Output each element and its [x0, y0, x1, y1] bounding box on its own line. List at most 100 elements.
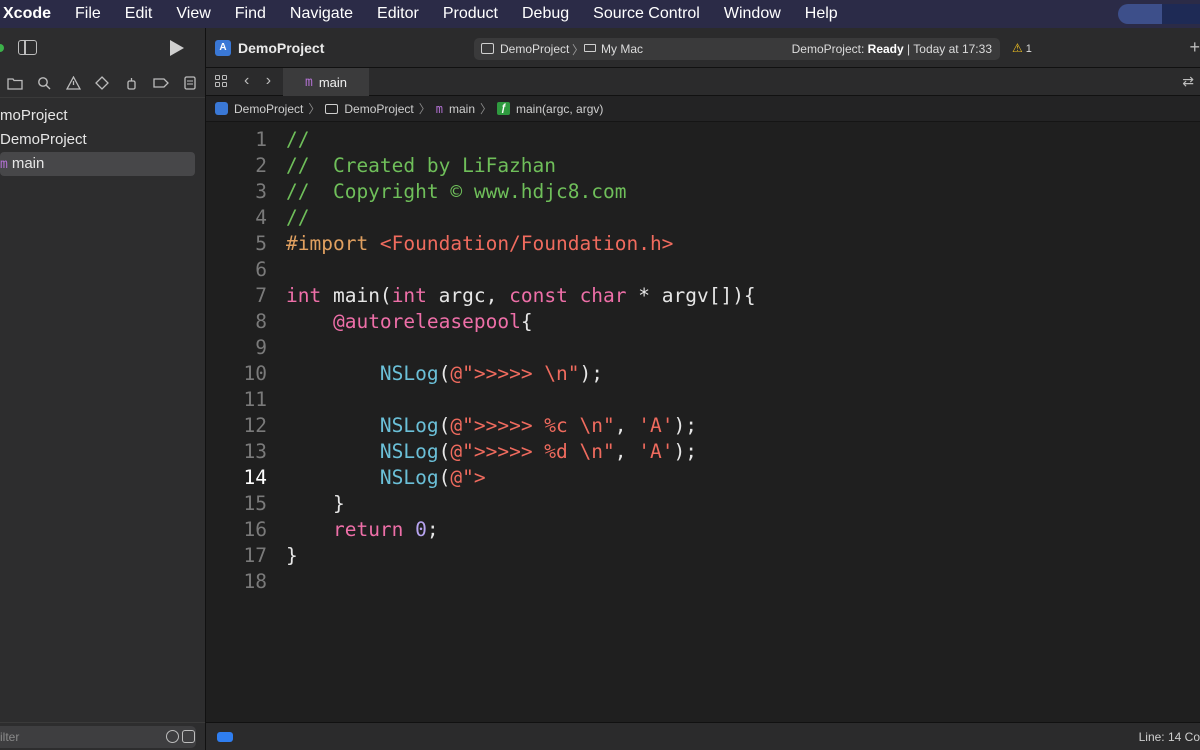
objc-file-icon: m [304, 74, 313, 90]
source-editor[interactable]: 1 // 2 // Created by LiFazhan 3 // Copyright … [206, 124, 1200, 724]
filter-options-icon[interactable] [182, 729, 195, 743]
code-line[interactable]: 5 #import <Foundation/Foundation.h> [206, 231, 1200, 257]
line-number[interactable]: 15 [206, 491, 267, 517]
line-number[interactable]: 8 [206, 309, 267, 335]
code-line[interactable]: 15 } [206, 491, 1200, 517]
code-line[interactable]: 1 // [206, 127, 1200, 153]
code-line[interactable]: 17} [206, 543, 1200, 569]
tree-row-group[interactable]: DemoProject [0, 128, 205, 152]
destination-selector[interactable]: My Mac [601, 42, 643, 56]
code-line[interactable]: 8 @autoreleasepool{ [206, 309, 1200, 335]
code-line[interactable]: 18 [206, 569, 1200, 595]
code-line[interactable]: 9 [206, 335, 1200, 361]
scheme-selector[interactable]: DemoProject [500, 42, 569, 56]
code-line[interactable]: 14 NSLog(@"> [206, 465, 1200, 491]
code-token: } [286, 544, 298, 567]
issue-navigator-tab[interactable] [59, 68, 88, 98]
menu-help[interactable]: Help [793, 0, 850, 28]
jumpbar-project[interactable]: DemoProject [234, 102, 303, 116]
menu-editor[interactable]: Editor [365, 0, 431, 28]
line-number[interactable]: 13 [206, 439, 267, 465]
jump-bar: DemoProject 〉 DemoProject 〉 m main 〉 ƒ m… [206, 96, 1200, 122]
code-line[interactable]: 4 // [206, 205, 1200, 231]
menu-app-xcode[interactable]: Xcode [0, 0, 63, 28]
add-icon[interactable]: + [1189, 37, 1200, 58]
menu-window[interactable]: Window [712, 0, 793, 28]
menu-file[interactable]: File [63, 0, 113, 28]
recent-files-icon[interactable] [166, 729, 179, 743]
code-token: 'A' [638, 440, 674, 463]
tab-main[interactable]: m main [283, 68, 369, 96]
code-line[interactable]: 2 // Created by LiFazhan [206, 153, 1200, 179]
scheme-activity-bar[interactable]: DemoProject 〉 My Mac DemoProject: Ready … [474, 38, 1000, 60]
code-line[interactable]: 16 return 0; [206, 517, 1200, 543]
tree-row-label: DemoProject [0, 131, 87, 148]
find-navigator-tab[interactable] [29, 68, 58, 98]
menu-view[interactable]: View [164, 0, 222, 28]
project-navigator-tab[interactable] [0, 68, 29, 98]
line-number[interactable]: 4 [206, 205, 267, 231]
code-line[interactable]: 7 int main(int argc, const char * argv[])… [206, 283, 1200, 309]
code-text: NSLog(@"> [286, 465, 486, 491]
line-number[interactable]: 17 [206, 543, 267, 569]
related-items-icon[interactable] [215, 75, 228, 88]
code-token: NSLog [379, 466, 439, 489]
line-number[interactable]: 16 [206, 517, 267, 543]
code-token: } [286, 492, 345, 515]
line-number[interactable]: 2 [206, 153, 267, 179]
code-text: } [286, 491, 345, 517]
code-line[interactable]: 12 NSLog(@">>>>> %c \n", 'A'); [206, 413, 1200, 439]
jumpbar-group[interactable]: DemoProject [344, 102, 413, 116]
menu-debug[interactable]: Debug [510, 0, 581, 28]
warnings-indicator[interactable]: ⚠ 1 [1012, 41, 1032, 55]
breakpoint-navigator-tab[interactable] [146, 68, 175, 98]
jumpbar-file[interactable]: main [449, 102, 475, 116]
code-line[interactable]: 11 [206, 387, 1200, 413]
navigator-sidebar: moProject DemoProject m main ilter [0, 28, 206, 750]
code-line[interactable]: 6 [206, 257, 1200, 283]
tree-row-main-file[interactable]: m main [0, 152, 195, 176]
test-navigator-tab[interactable] [88, 68, 117, 98]
line-number[interactable]: 11 [206, 387, 267, 413]
back-forward-buttons[interactable]: ‹ › [244, 72, 277, 90]
report-icon [184, 75, 196, 90]
menu-product[interactable]: Product [431, 0, 510, 28]
debug-area-toggle[interactable] [217, 732, 233, 742]
run-button[interactable] [170, 40, 184, 56]
menu-source-control[interactable]: Source Control [581, 0, 712, 28]
line-number[interactable]: 5 [206, 231, 267, 257]
code-token: // Created by LiFazhan [286, 154, 557, 177]
code-token: argc, [426, 284, 510, 307]
status-state: Ready [867, 42, 904, 56]
debug-navigator-tab[interactable] [117, 68, 146, 98]
line-number[interactable]: 3 [206, 179, 267, 205]
code-line[interactable]: 3 // Copyright © www.hdjc8.com [206, 179, 1200, 205]
swap-arrows-icon[interactable]: ⇄ [1182, 73, 1194, 90]
filter-input[interactable]: ilter [0, 725, 196, 748]
line-number[interactable]: 6 [206, 257, 267, 283]
menu-navigate[interactable]: Navigate [278, 0, 365, 28]
window-zoom-button[interactable] [0, 44, 4, 52]
code-token: ( [438, 414, 451, 437]
line-number[interactable]: 9 [206, 335, 267, 361]
code-token: ( [438, 362, 451, 385]
line-number[interactable]: 12 [206, 413, 267, 439]
menubar-status-item[interactable] [1118, 4, 1200, 24]
line-number[interactable]: 18 [206, 569, 267, 595]
line-number[interactable]: 7 [206, 283, 267, 309]
menu-edit[interactable]: Edit [113, 0, 165, 28]
jumpbar-symbol[interactable]: main(argc, argv) [516, 102, 603, 116]
code-line[interactable]: 10 NSLog(@">>>>> \n"); [206, 361, 1200, 387]
line-number[interactable]: 10 [206, 361, 267, 387]
tree-row-project[interactable]: moProject [0, 104, 205, 128]
code-token: int [391, 284, 427, 307]
menu-find[interactable]: Find [223, 0, 278, 28]
filter-placeholder: ilter [0, 729, 20, 744]
line-number[interactable]: 1 [206, 127, 267, 153]
code-line[interactable]: 13 NSLog(@">>>>> %d \n", 'A'); [206, 439, 1200, 465]
code-token: ( [438, 440, 451, 463]
report-navigator-tab[interactable] [176, 68, 205, 98]
line-number[interactable]: 14 [206, 465, 267, 491]
sidebar-toggle-icon[interactable] [18, 40, 37, 55]
